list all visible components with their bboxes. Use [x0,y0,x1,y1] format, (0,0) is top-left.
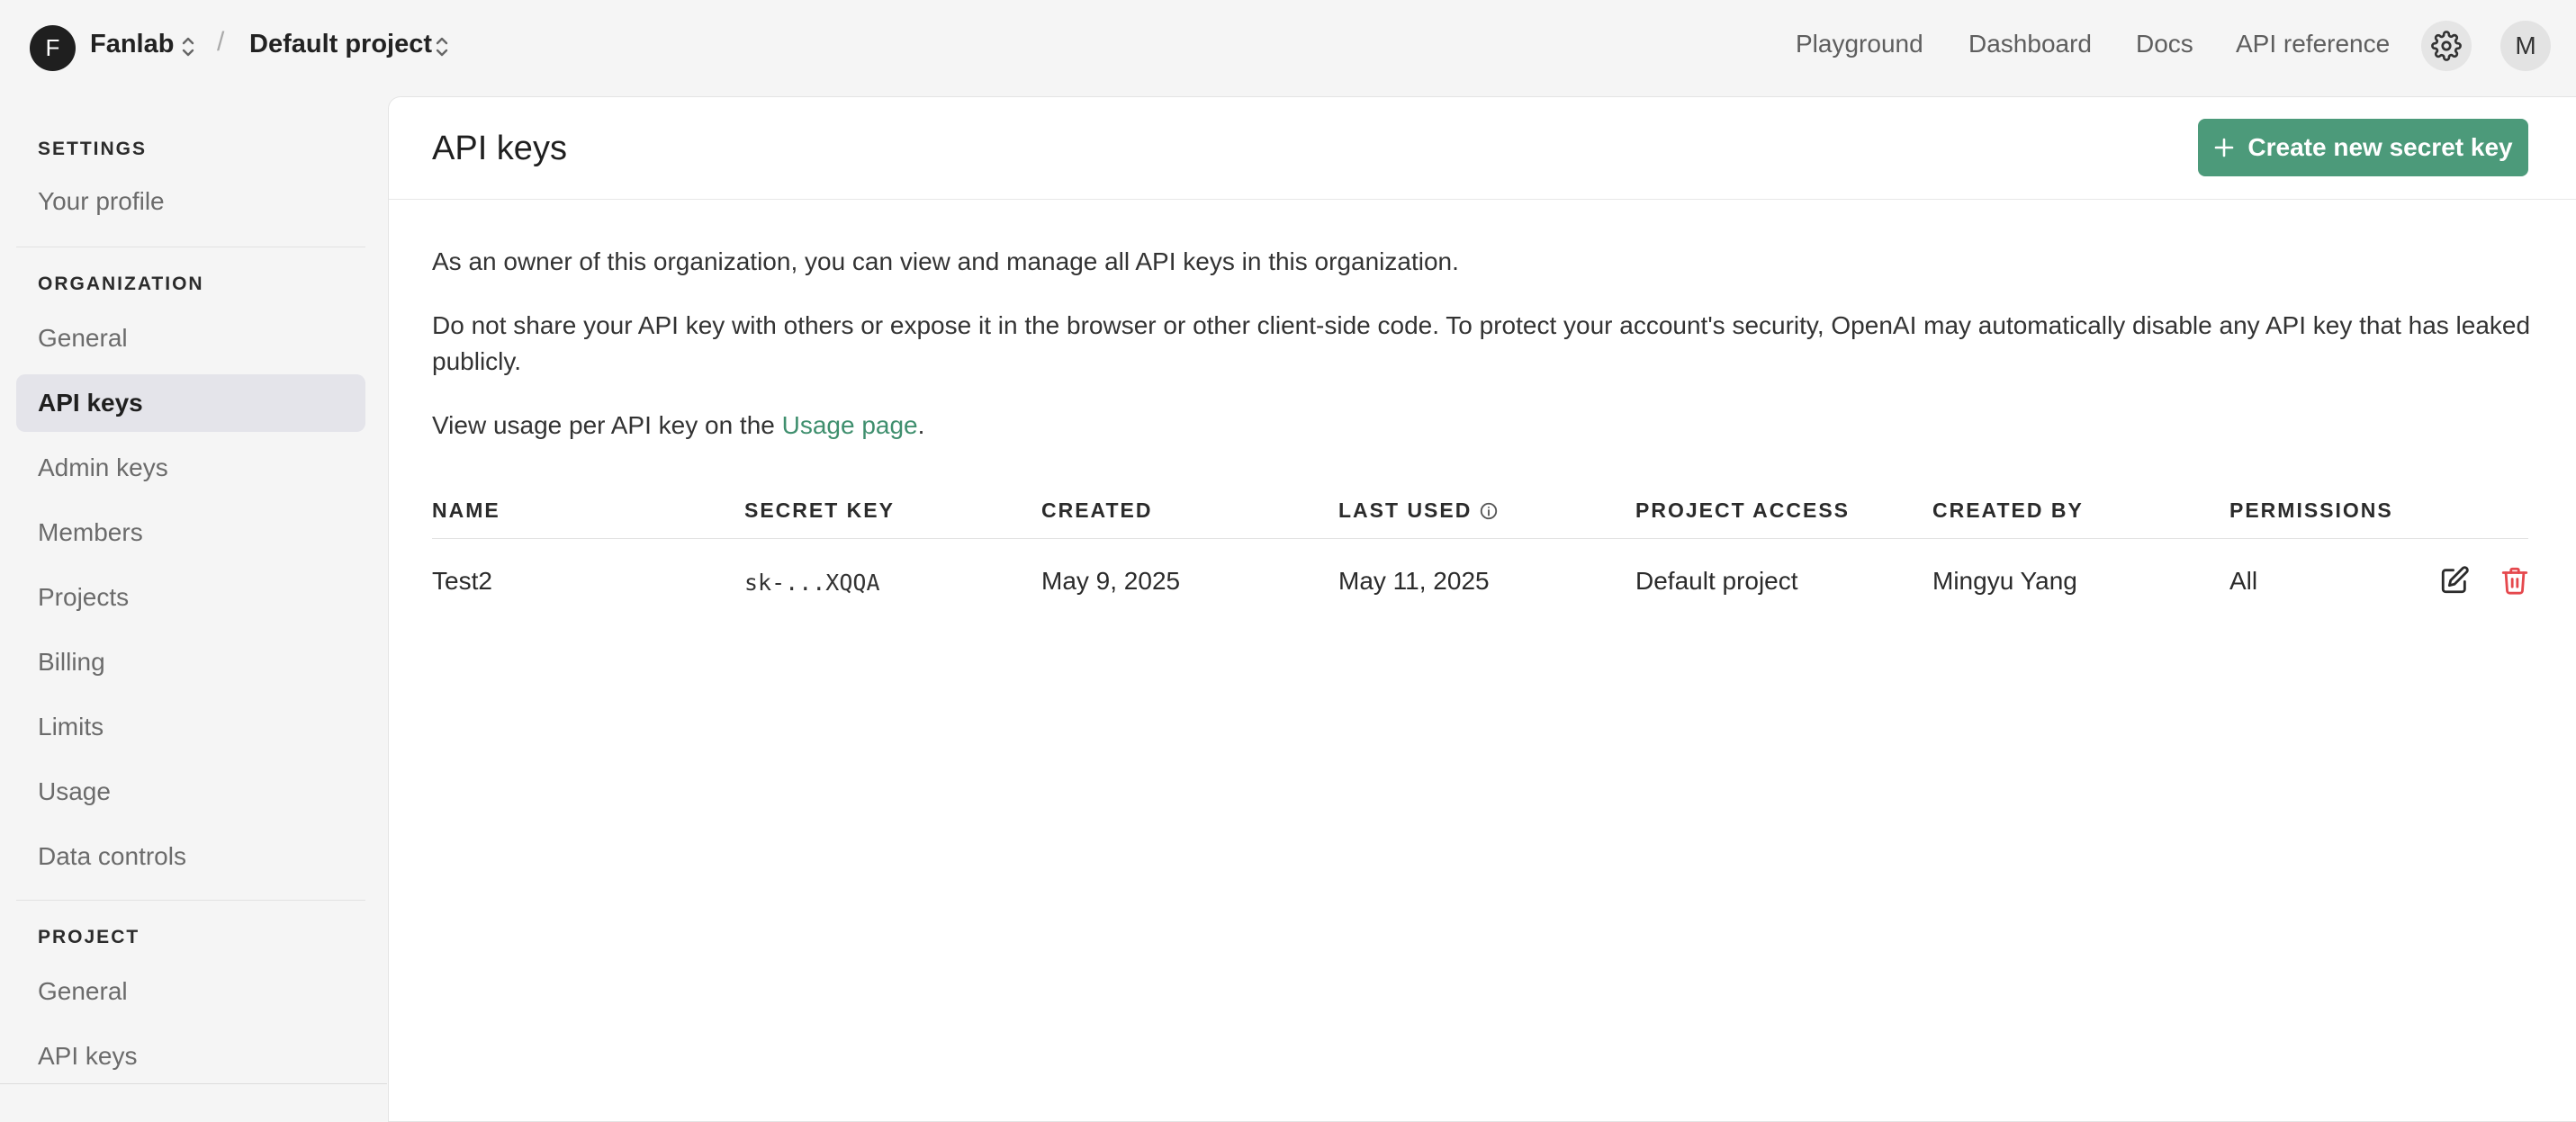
col-header-secret-key: SECRET KEY [744,498,895,522]
cell-created-by: Mingyu Yang [1932,567,2077,595]
sidebar: SETTINGS Your profile ORGANIZATION Gener… [0,94,387,1112]
chevron-updown-icon[interactable] [179,34,197,59]
sidebar-heading-project: PROJECT [38,927,140,947]
cell-created: May 9, 2025 [1041,567,1181,595]
sidebar-item-project-api-keys[interactable]: API keys [16,1028,365,1085]
gear-icon [2431,31,2462,61]
col-header-project-access: PROJECT ACCESS [1635,498,1851,522]
sidebar-item-org-general[interactable]: General [16,310,365,367]
usage-page-link[interactable]: Usage page [782,411,918,439]
warning-text: Do not share your API key with others or… [432,311,2531,375]
main-panel: API keys Create new secret key As an own… [388,96,2576,1122]
usage-prefix: View usage per API key on the [432,411,782,439]
top-bar: F Fanlab / Default project Playground Da… [0,0,2576,94]
col-header-name: NAME [432,498,500,522]
sidebar-item-data-controls[interactable]: Data controls [16,828,365,885]
col-header-created: CREATED [1041,498,1153,522]
usage-text: View usage per API key on the Usage page… [432,408,2538,444]
page-title: API keys [432,130,567,167]
table-header-divider [432,538,2528,539]
sidebar-item-projects[interactable]: Projects [16,569,365,626]
org-switcher[interactable]: Fanlab [90,30,174,59]
col-header-last-used: LAST USED [1338,498,1499,523]
info-icon[interactable] [1479,501,1499,521]
edit-icon[interactable] [2439,565,2470,596]
sidebar-item-project-general[interactable]: General [16,963,365,1020]
cell-permissions: All [2229,567,2258,595]
nav-playground[interactable]: Playground [1796,30,1923,58]
cell-last-used: May 11, 2025 [1338,567,1490,595]
sidebar-item-billing[interactable]: Billing [16,633,365,691]
user-avatar[interactable]: M [2500,21,2551,71]
breadcrumb-separator: / [217,27,225,57]
cell-secret-key: sk-...XQQA [744,570,880,596]
sidebar-bottom-divider [0,1083,387,1084]
sidebar-item-admin-keys[interactable]: Admin keys [16,439,365,497]
col-header-permissions: PERMISSIONS [2229,498,2393,522]
trash-icon[interactable] [2499,565,2530,596]
col-header-created-by: CREATED BY [1932,498,2084,522]
settings-button[interactable] [2421,21,2472,71]
nav-api-reference[interactable]: API reference [2236,30,2390,58]
cell-name: Test2 [432,567,492,595]
sidebar-heading-organization: ORGANIZATION [38,274,204,294]
header-divider [389,199,2576,200]
col-header-last-used-label: LAST USED [1338,498,1473,522]
usage-suffix: . [917,411,925,439]
nav-dashboard[interactable]: Dashboard [1968,30,2092,58]
cell-project-access: Default project [1635,567,1798,595]
sidebar-divider [16,900,365,901]
sidebar-item-your-profile[interactable]: Your profile [16,173,365,230]
plus-icon [2215,138,2234,157]
nav-docs[interactable]: Docs [2136,30,2193,58]
chevron-updown-icon[interactable] [433,34,451,59]
intro-text: As an owner of this organization, you ca… [432,247,1459,275]
create-secret-key-label: Create new secret key [2247,133,2513,161]
org-avatar[interactable]: F [30,25,76,71]
sidebar-item-usage[interactable]: Usage [16,763,365,821]
sidebar-item-org-api-keys[interactable]: API keys [16,374,365,432]
sidebar-heading-settings: SETTINGS [38,139,148,159]
project-switcher[interactable]: Default project [249,30,432,59]
create-secret-key-button[interactable]: Create new secret key [2198,119,2528,176]
sidebar-item-limits[interactable]: Limits [16,698,365,756]
sidebar-item-members[interactable]: Members [16,504,365,561]
